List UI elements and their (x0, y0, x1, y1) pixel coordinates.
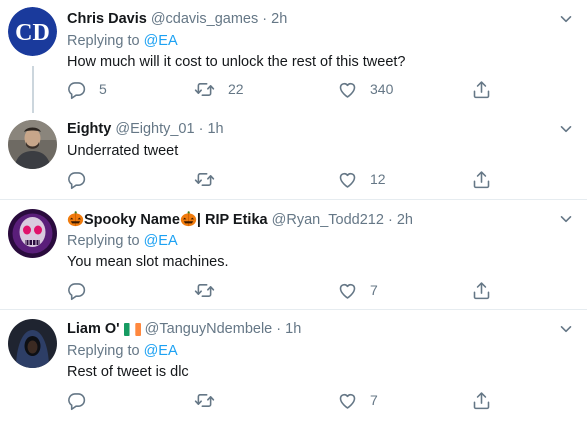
replying-to: Replying to @EA (67, 342, 178, 360)
display-name[interactable]: Liam O' (67, 321, 120, 337)
reply-count: 5 (99, 81, 107, 97)
tweet-actions: 5 22 340 (66, 78, 506, 100)
like-button[interactable]: 7 (337, 389, 378, 411)
separator: · (387, 212, 393, 228)
reply-button[interactable] (66, 389, 87, 411)
share-button[interactable] (471, 279, 492, 301)
user-handle[interactable]: @cdavis_games (151, 11, 258, 27)
like-button[interactable]: 7 (337, 279, 378, 301)
like-count: 12 (370, 171, 386, 187)
separator: · (276, 321, 282, 337)
chevron-down-icon[interactable] (559, 12, 573, 26)
avatar[interactable] (8, 319, 57, 368)
reply-tweet-liam[interactable]: Liam O' @TanguyNdembele · 1h Replying to… (0, 310, 587, 421)
tweet-header: Spooky Name | RIP Etika @Ryan_Todd212 · 2… (67, 210, 413, 229)
tweet-text: Underrated tweet (67, 143, 179, 159)
tweet-actions: 7 (66, 389, 506, 411)
timestamp[interactable]: 2h (397, 212, 413, 228)
replying-to-link[interactable]: @EA (144, 33, 178, 49)
retweet-icon (193, 390, 216, 411)
replying-to: Replying to @EA (67, 32, 178, 50)
like-count: 340 (370, 81, 394, 97)
reply-icon (66, 169, 87, 190)
retweet-button[interactable]: 22 (193, 78, 244, 100)
reply-tweet-eighty[interactable]: Eighty @Eighty_01 · 1h Underrated tweet … (0, 113, 587, 200)
like-count: 7 (370, 392, 378, 408)
user-handle[interactable]: @Eighty_01 (115, 121, 194, 137)
tweet-actions: 7 (66, 279, 506, 301)
share-button[interactable] (471, 389, 492, 411)
share-icon (471, 280, 492, 301)
avatar[interactable] (8, 120, 57, 169)
tweet-header: Chris Davis @cdavis_games · 2h (67, 10, 287, 28)
tweet-header: Liam O' @TanguyNdembele · 1h (67, 320, 301, 338)
retweet-count: 22 (228, 81, 244, 97)
replying-to-label: Replying to (67, 233, 140, 249)
avatar[interactable] (8, 209, 57, 258)
retweet-button[interactable] (193, 279, 216, 301)
share-icon (471, 390, 492, 411)
user-handle[interactable]: @Ryan_Todd212 (272, 212, 384, 228)
ireland-flag-icon (123, 323, 141, 336)
retweet-icon (193, 79, 216, 100)
avatar-logo-text: CD (15, 20, 50, 46)
timestamp[interactable]: 1h (207, 121, 223, 137)
timestamp[interactable]: 1h (285, 321, 301, 337)
thread-line (32, 66, 34, 113)
jack-o-lantern-icon (67, 210, 84, 227)
reply-icon (66, 79, 87, 100)
separator: · (262, 11, 268, 27)
heart-icon (337, 390, 358, 411)
reply-button[interactable] (66, 168, 87, 190)
like-button[interactable]: 340 (337, 78, 393, 100)
heart-icon (337, 280, 358, 301)
retweet-button[interactable] (193, 389, 216, 411)
retweet-button[interactable] (193, 168, 216, 190)
display-name[interactable]: Eighty (67, 121, 111, 137)
chevron-down-icon[interactable] (559, 212, 573, 226)
retweet-icon (193, 280, 216, 301)
replying-to: Replying to @EA (67, 232, 178, 250)
retweet-icon (193, 169, 216, 190)
share-icon (471, 79, 492, 100)
reply-button[interactable] (66, 279, 87, 301)
display-name-suffix[interactable]: | RIP Etika (197, 212, 268, 228)
reply-icon (66, 390, 87, 411)
chevron-down-icon[interactable] (559, 322, 573, 336)
reply-icon (66, 280, 87, 301)
timestamp[interactable]: 2h (271, 11, 287, 27)
display-name[interactable]: Chris Davis (67, 11, 147, 27)
tweet-text: How much will it cost to unlock the rest… (67, 54, 406, 70)
jack-o-lantern-icon (180, 210, 197, 227)
tweet-text: Rest of tweet is dlc (67, 364, 189, 380)
chevron-down-icon[interactable] (559, 122, 573, 136)
reply-tweet-spooky-name[interactable]: Spooky Name | RIP Etika @Ryan_Todd212 · 2… (0, 200, 587, 310)
share-icon (471, 169, 492, 190)
like-button[interactable]: 12 (337, 168, 386, 190)
replying-to-label: Replying to (67, 343, 140, 359)
share-button[interactable] (471, 78, 492, 100)
tweet-actions: 12 (66, 168, 506, 190)
reply-button[interactable]: 5 (66, 78, 107, 100)
heart-icon (337, 169, 358, 190)
display-name[interactable]: Spooky Name (84, 212, 180, 228)
user-handle[interactable]: @TanguyNdembele (145, 321, 273, 337)
replying-to-link[interactable]: @EA (144, 233, 178, 249)
separator: · (198, 121, 204, 137)
heart-icon (337, 79, 358, 100)
like-count: 7 (370, 282, 378, 298)
replying-to-label: Replying to (67, 33, 140, 49)
replying-to-link[interactable]: @EA (144, 343, 178, 359)
avatar[interactable]: CD (8, 7, 57, 56)
reply-tweet-chris-davis[interactable]: CD Chris Davis @cdavis_games · 2h Replyi… (0, 0, 587, 113)
tweet-text: You mean slot machines. (67, 254, 229, 270)
tweet-header: Eighty @Eighty_01 · 1h (67, 120, 224, 138)
share-button[interactable] (471, 168, 492, 190)
